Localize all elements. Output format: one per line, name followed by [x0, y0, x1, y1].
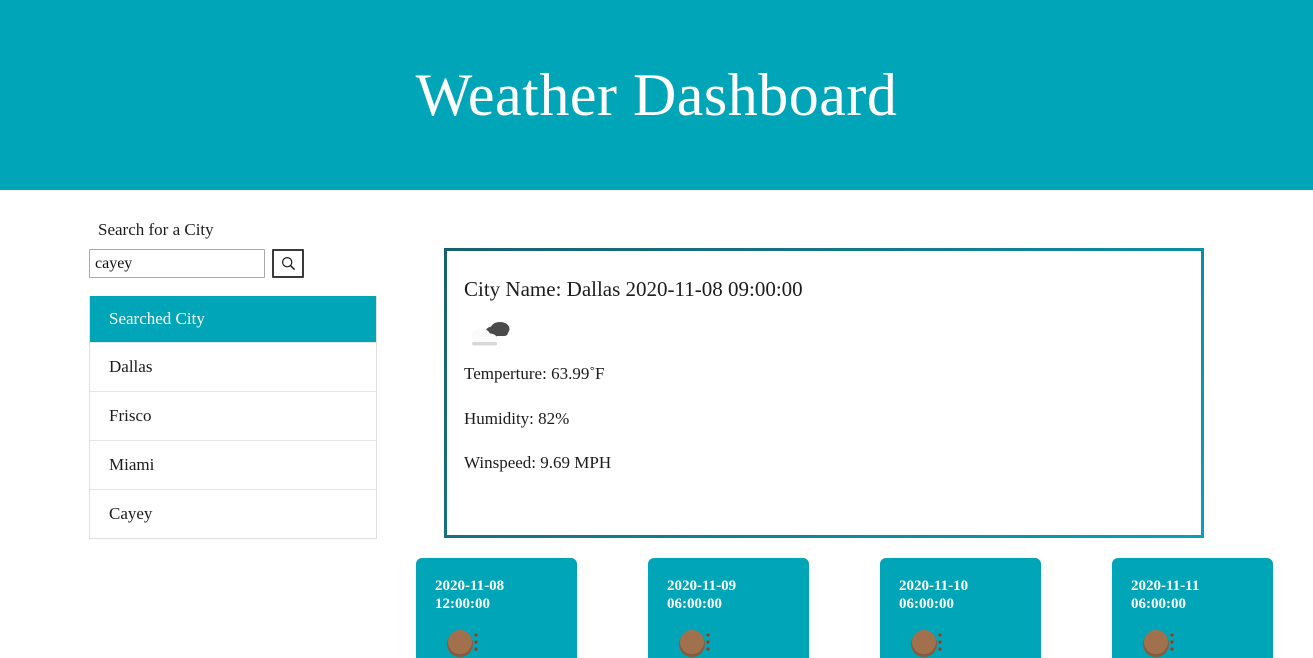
sidebar: Search for a City Searched City Dallas	[89, 220, 377, 540]
current-weather-title: City Name: Dallas 2020-11-08 09:00:00	[464, 277, 803, 301]
sun-icon	[1141, 627, 1189, 658]
city-item-label: Dallas	[109, 357, 153, 377]
list-item[interactable]: Cayey	[90, 489, 376, 539]
forecast-card[interactable]: 2020-11-11 06:00:00	[1112, 558, 1273, 658]
site-header: Weather Dashboard	[0, 0, 1313, 190]
forecast-time: 06:00:00	[899, 596, 954, 613]
list-item[interactable]: Miami	[90, 440, 376, 490]
forecast-card[interactable]: 2020-11-08 12:00:00	[416, 558, 577, 658]
city-item-label: Frisco	[109, 406, 152, 426]
sun-icon	[677, 627, 725, 658]
forecast-time: 06:00:00	[1131, 596, 1186, 613]
broken-clouds-icon	[466, 316, 520, 356]
forecast-card[interactable]: 2020-11-09 06:00:00	[648, 558, 809, 658]
forecast-time: 06:00:00	[667, 596, 722, 613]
current-weather-card: City Name: Dallas 2020-11-08 09:00:00 Te…	[444, 248, 1204, 538]
city-list-header: Searched City	[90, 296, 376, 343]
forecast-date: 2020-11-09	[667, 578, 737, 594]
list-item[interactable]: Frisco	[90, 391, 376, 441]
search-icon	[281, 256, 296, 271]
forecast-card[interactable]: 2020-11-10 06:00:00	[880, 558, 1041, 658]
search-row	[89, 249, 377, 279]
page-title: Weather Dashboard	[415, 62, 898, 128]
search-button[interactable]	[272, 249, 304, 279]
city-list: Searched City Dallas Frisco Miami Cayey	[89, 296, 377, 540]
humidity-row: Humidity: 82%	[464, 408, 570, 428]
forecast-date: 2020-11-08	[435, 578, 505, 594]
search-label: Search for a City	[98, 220, 214, 239]
forecast-date: 2020-11-10	[899, 578, 969, 594]
forecast-strip: 2020-11-08 12:00:00 2020-11-09 06:00:00	[416, 558, 1296, 658]
windspeed-row: Winspeed: 9.69 MPH	[464, 452, 612, 472]
city-item-label: Cayey	[109, 504, 153, 524]
search-input[interactable]	[89, 249, 265, 279]
current-weather-details: Temperture: 63.99˚F Humidity: 82% Winspe…	[464, 364, 1201, 473]
city-item-label: Miami	[109, 455, 155, 475]
list-item[interactable]: Dallas	[90, 342, 376, 392]
temperature-row: Temperture: 63.99˚F	[464, 364, 605, 384]
page-body: Search for a City Searched City Dallas	[0, 190, 1313, 658]
forecast-time: 12:00:00	[435, 596, 490, 613]
sun-icon	[909, 627, 957, 658]
city-list-header-label: Searched City	[109, 309, 205, 329]
forecast-date: 2020-11-11	[1131, 578, 1200, 594]
sun-icon	[445, 627, 493, 658]
